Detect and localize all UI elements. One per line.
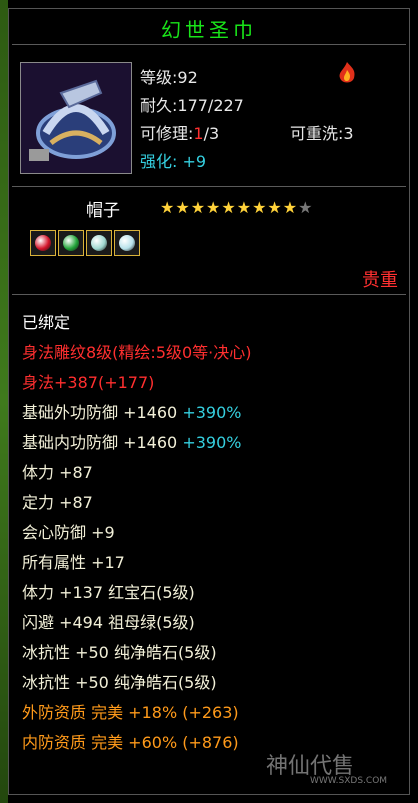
attribute-text: 体力 +137 红宝石(5级) [22, 583, 195, 602]
attribute-text: 冰抗性 +50 纯净皓石(5级) [22, 643, 217, 662]
item-durability: 耐久:177/227 [140, 96, 244, 115]
item-name: 幻世圣巾 [161, 18, 257, 42]
item-level: 等级:92 [140, 68, 198, 87]
attribute-list: 已绑定身法雕纹8级(精绘:5级0等·决心) 身法+387(+177) 基础外功防御 … [22, 308, 252, 758]
moonstone-gem-icon[interactable] [114, 230, 140, 256]
gem-stone [91, 235, 107, 251]
moonstone-gem-icon[interactable] [86, 230, 112, 256]
star-icon: ★ [267, 198, 283, 217]
attribute-text: 基础外功防御 +1460 [22, 403, 183, 422]
attribute-text: 已绑定 [22, 313, 71, 332]
attribute-line: 外防资质 完美 +18% (+263) [22, 698, 252, 728]
star-icon: ★ [221, 198, 237, 217]
divider [12, 294, 406, 295]
attribute-text: 闪避 +494 祖母绿(5级) [22, 613, 195, 632]
attribute-text: 外防资质 完美 +18% (+263) [22, 703, 239, 722]
item-icon-slot [20, 62, 132, 174]
game-background-edge [0, 0, 8, 803]
gem-stone [119, 235, 135, 251]
attribute-line: 体力 +87 [22, 458, 252, 488]
attribute-bonus: +390% [182, 403, 242, 422]
item-reforge: 可重洗:3 [290, 124, 354, 143]
attribute-line: 基础内功防御 +1460 +390% [22, 428, 252, 458]
star-icon: ★ [175, 198, 191, 217]
star-icon: ★ [190, 198, 207, 217]
item-type: 帽子 [86, 201, 120, 221]
attribute-line: 体力 +137 红宝石(5级) [22, 578, 252, 608]
attribute-line: 基础外功防御 +1460 +390% [22, 398, 252, 428]
gem-stone [35, 235, 51, 251]
star-rating: ★★★★★★★★★★ [160, 198, 313, 217]
attribute-line: 定力 +87 [22, 488, 252, 518]
attribute-line: 冰抗性 +50 纯净皓石(5级) [22, 668, 252, 698]
star-icon: ★ [282, 198, 299, 217]
ruby-gem-icon[interactable] [30, 230, 56, 256]
attribute-text: 定力 +87 [22, 493, 93, 512]
star-icon: ★ [298, 198, 314, 217]
attribute-line: 身法+387(+177) [22, 368, 252, 398]
attribute-line: 已绑定 [22, 308, 252, 338]
emerald-gem-icon[interactable] [58, 230, 84, 256]
attribute-text: 体力 +87 [22, 463, 93, 482]
attribute-line: 所有属性 +17 [22, 548, 252, 578]
attribute-text: 基础内功防御 +1460 [22, 433, 183, 452]
precious-tag: 贵重 [362, 270, 398, 291]
item-repair: 可修理:1/3 [140, 124, 220, 143]
attribute-text: 内防资质 完美 +60% (+876) [22, 733, 239, 752]
attribute-line: 身法雕纹8级(精绘:5级0等·决心) [22, 338, 252, 368]
star-icon: ★ [206, 198, 222, 217]
attribute-bonus: +390% [182, 433, 242, 452]
attribute-text: 冰抗性 +50 纯净皓石(5级) [22, 673, 217, 692]
attribute-text: 会心防御 +9 [22, 523, 115, 542]
watermark-url: WWW.SXDS.COM [310, 776, 388, 786]
star-icon: ★ [236, 198, 253, 217]
gem-stone [63, 235, 79, 251]
attribute-text: 所有属性 +17 [22, 553, 125, 572]
attribute-line: 会心防御 +9 [22, 518, 252, 548]
divider [12, 186, 406, 187]
attribute-text: 身法+387(+177) [22, 373, 155, 392]
fire-element-icon [339, 62, 355, 83]
attribute-line: 冰抗性 +50 纯净皓石(5级) [22, 638, 252, 668]
divider [12, 44, 406, 45]
attribute-text: 身法雕纹8级(精绘:5级0等·决心) [22, 343, 252, 362]
item-enhance: 强化: +9 [140, 152, 207, 171]
attribute-line: 内防资质 完美 +60% (+876) [22, 728, 252, 758]
star-icon: ★ [160, 198, 176, 217]
star-icon: ★ [252, 198, 268, 217]
headband-icon [21, 63, 131, 173]
attribute-line: 闪避 +494 祖母绿(5级) [22, 608, 252, 638]
